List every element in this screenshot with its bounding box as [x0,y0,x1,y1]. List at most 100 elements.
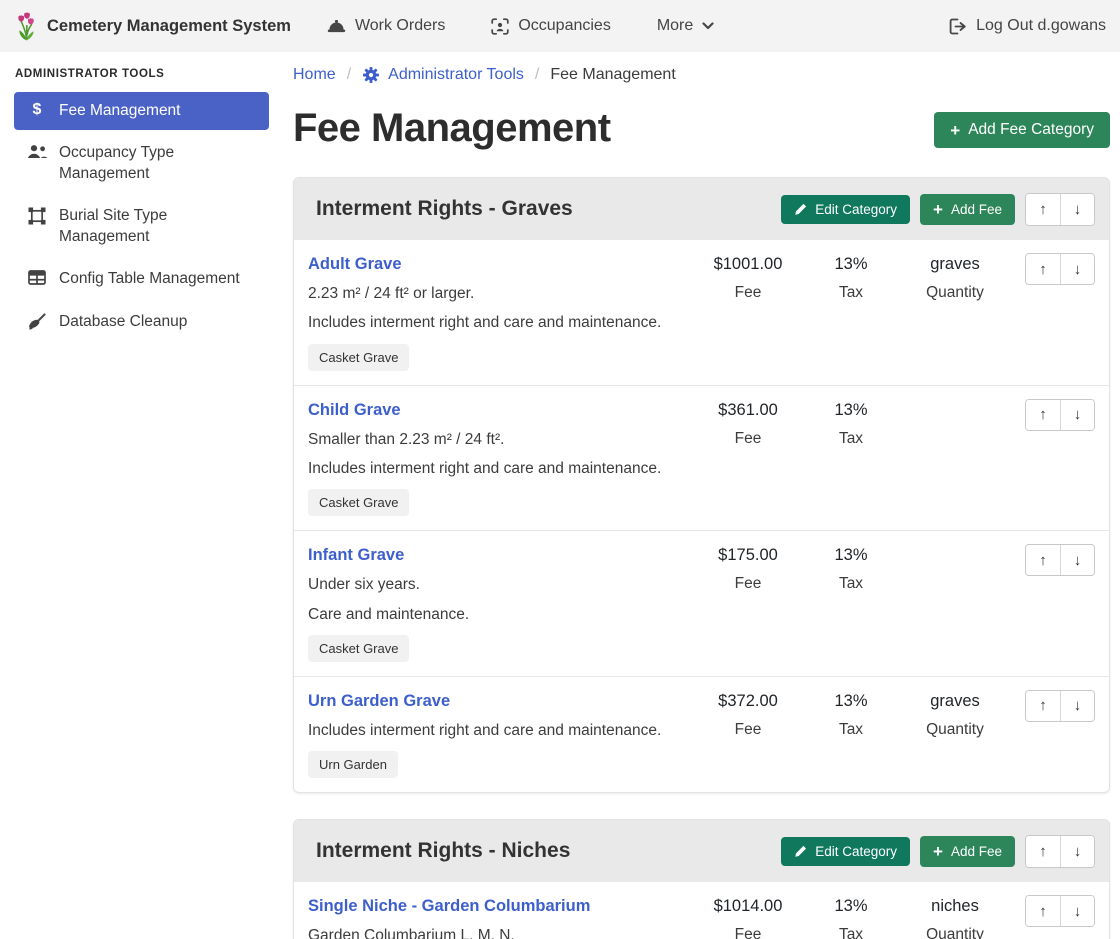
sidebar-item-database-cleanup[interactable]: Database Cleanup [14,303,269,341]
edit-category-label: Edit Category [815,844,897,859]
category-header: Interment Rights - Graves Edit Category … [294,178,1109,240]
fee-reorder-group: ↑ ↓ [1025,895,1095,927]
move-fee-up-button[interactable]: ↑ [1026,400,1060,430]
tax-label: Tax [803,575,899,593]
quantity-label: Quantity [899,284,1011,302]
fee-type-badge: Casket Grave [308,344,409,371]
nav-item-label: More [657,17,693,35]
tax-amount: 13% [803,544,899,566]
fee-description: 2.23 m² / 24 ft² or larger. [308,284,693,304]
logout-button[interactable]: Log Out d.gowans [949,17,1106,35]
quantity-label: Quantity [899,721,1011,739]
add-fee-button[interactable]: + Add Fee [920,194,1015,225]
fee-reorder-group: ↑ ↓ [1025,690,1095,722]
breadcrumb-separator: / [535,66,539,84]
fee-name-link[interactable]: Infant Grave [308,544,404,566]
quantity-unit: graves [899,253,1011,275]
brand-home-link[interactable]: Cemetery Management System [14,11,291,42]
tax-column: 13% Tax [803,690,899,739]
tulip-logo-icon [14,11,39,42]
add-fee-label: Add Fee [951,202,1002,217]
add-fee-label: Add Fee [951,844,1002,859]
edit-category-label: Edit Category [815,202,897,217]
tax-column: 13% Tax [803,895,899,939]
fee-name-link[interactable]: Urn Garden Grave [308,690,450,712]
fee-reorder-group: ↑ ↓ [1025,399,1095,431]
logout-icon [949,18,967,35]
breadcrumb: Home / Administrator Tool [293,66,1110,84]
move-fee-up-button[interactable]: ↑ [1026,545,1060,575]
fee-description: Includes interment right and care and ma… [308,313,693,333]
move-category-down-button[interactable]: ↓ [1060,194,1094,225]
fee-amount: $372.00 [693,690,803,712]
sidebar: Administrator Tools $ Fee Management Occ… [0,52,281,345]
fee-type-badge: Casket Grave [308,489,409,516]
fee-name-link[interactable]: Child Grave [308,399,401,421]
move-category-up-button[interactable]: ↑ [1026,194,1060,225]
fee-name-link[interactable]: Adult Grave [308,253,402,275]
tax-label: Tax [803,721,899,739]
category-reorder-group: ↑ ↓ [1025,835,1095,868]
add-fee-button[interactable]: + Add Fee [920,836,1015,867]
category-title: Interment Rights - Graves [316,197,771,221]
move-category-up-button[interactable]: ↑ [1026,836,1060,867]
breadcrumb-admin-tools-link[interactable]: Administrator Tools [362,66,524,84]
move-fee-down-button[interactable]: ↓ [1060,254,1094,284]
top-navbar: Cemetery Management System Work Orders [0,0,1120,52]
move-fee-up-button[interactable]: ↑ [1026,691,1060,721]
breadcrumb-current: Fee Management [550,66,675,84]
move-fee-down-button[interactable]: ↓ [1060,545,1094,575]
main-content: Home / Administrator Tool [281,52,1120,939]
fee-amount: $1001.00 [693,253,803,275]
fee-amount-column: $361.00 Fee [693,399,803,448]
move-fee-up-button[interactable]: ↑ [1026,896,1060,926]
move-fee-down-button[interactable]: ↓ [1060,400,1094,430]
fee-name-link[interactable]: Single Niche - Garden Columbarium [308,895,590,917]
tax-label: Tax [803,430,899,448]
fee-row: Child Grave Smaller than 2.23 m² / 24 ft… [294,385,1109,531]
table-icon [26,270,48,285]
tax-column: 13% Tax [803,253,899,302]
nav-work-orders[interactable]: Work Orders [327,17,445,35]
sidebar-item-occupancy-type-management[interactable]: Occupancy Type Management [14,134,269,193]
move-fee-up-button[interactable]: ↑ [1026,254,1060,284]
tax-amount: 13% [803,253,899,275]
fee-amount: $175.00 [693,544,803,566]
fee-row: Single Niche - Garden Columbarium Garden… [294,882,1109,939]
tax-amount: 13% [803,399,899,421]
quantity-unit: graves [899,690,1011,712]
quantity-column: graves Quantity [899,690,1011,739]
category-reorder-group: ↑ ↓ [1025,193,1095,226]
tax-label: Tax [803,284,899,302]
fee-label: Fee [693,575,803,593]
quantity-unit: niches [899,895,1011,917]
broom-icon [26,313,48,331]
edit-category-button[interactable]: Edit Category [781,195,910,224]
breadcrumb-home-link[interactable]: Home [293,66,336,84]
fee-amount-column: $175.00 Fee [693,544,803,593]
fee-amount: $361.00 [693,399,803,421]
nav-item-label: Work Orders [355,17,445,35]
edit-category-button[interactable]: Edit Category [781,837,910,866]
dollar-icon: $ [26,102,48,118]
vector-square-icon [26,207,48,225]
sidebar-item-label: Fee Management [59,101,181,121]
nav-more[interactable]: More [657,17,714,35]
fee-row: Urn Garden Grave Includes interment righ… [294,676,1109,792]
add-fee-category-button[interactable]: + Add Fee Category [934,112,1110,148]
fee-row: Infant Grave Under six years. Care and m… [294,530,1109,676]
move-fee-down-button[interactable]: ↓ [1060,691,1094,721]
sidebar-item-fee-management[interactable]: $ Fee Management [14,92,269,130]
sidebar-item-label: Occupancy Type Management [59,143,259,184]
sidebar-item-burial-site-type-management[interactable]: Burial Site Type Management [14,197,269,256]
fee-amount-column: $1014.00 Fee [693,895,803,939]
move-category-down-button[interactable]: ↓ [1060,836,1094,867]
move-fee-down-button[interactable]: ↓ [1060,896,1094,926]
fee-amount: $1014.00 [693,895,803,917]
sidebar-item-config-table-management[interactable]: Config Table Management [14,260,269,298]
fee-description: Care and maintenance. [308,605,693,625]
logout-label: Log Out d.gowans [976,17,1106,35]
tax-amount: 13% [803,895,899,917]
sidebar-item-label: Database Cleanup [59,312,187,332]
nav-occupancies[interactable]: Occupancies [491,17,611,35]
